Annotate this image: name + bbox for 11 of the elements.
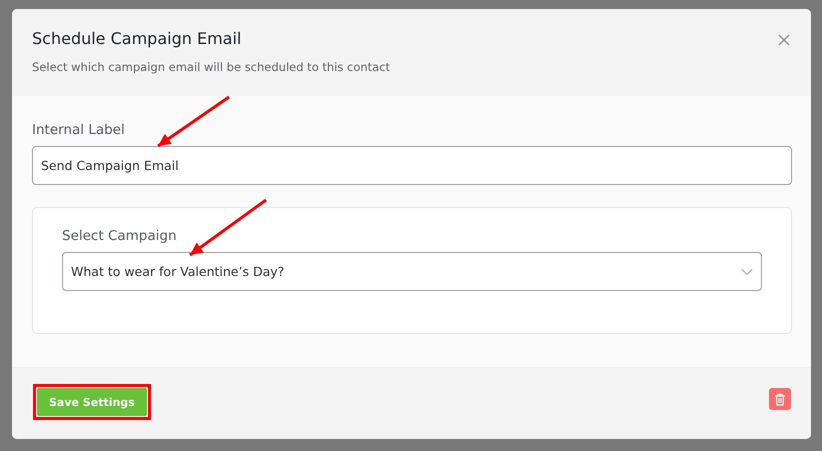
- campaign-select[interactable]: What to wear for Valentine’s Day?: [62, 252, 762, 291]
- dialog-subtitle: Select which campaign email will be scheduled to this contact: [32, 60, 392, 74]
- chevron-down-icon: [741, 268, 753, 276]
- field-label: Select Campaign: [62, 228, 178, 244]
- input-field[interactable]: Send Campaign Email: [32, 146, 792, 185]
- trash-icon: [774, 392, 786, 406]
- field-label: Internal Label: [32, 122, 126, 138]
- delete-button[interactable]: [769, 388, 791, 410]
- dialog-title: Schedule Campaign Email: [32, 29, 242, 48]
- close-button[interactable]: [777, 33, 791, 47]
- close-icon: [777, 33, 791, 47]
